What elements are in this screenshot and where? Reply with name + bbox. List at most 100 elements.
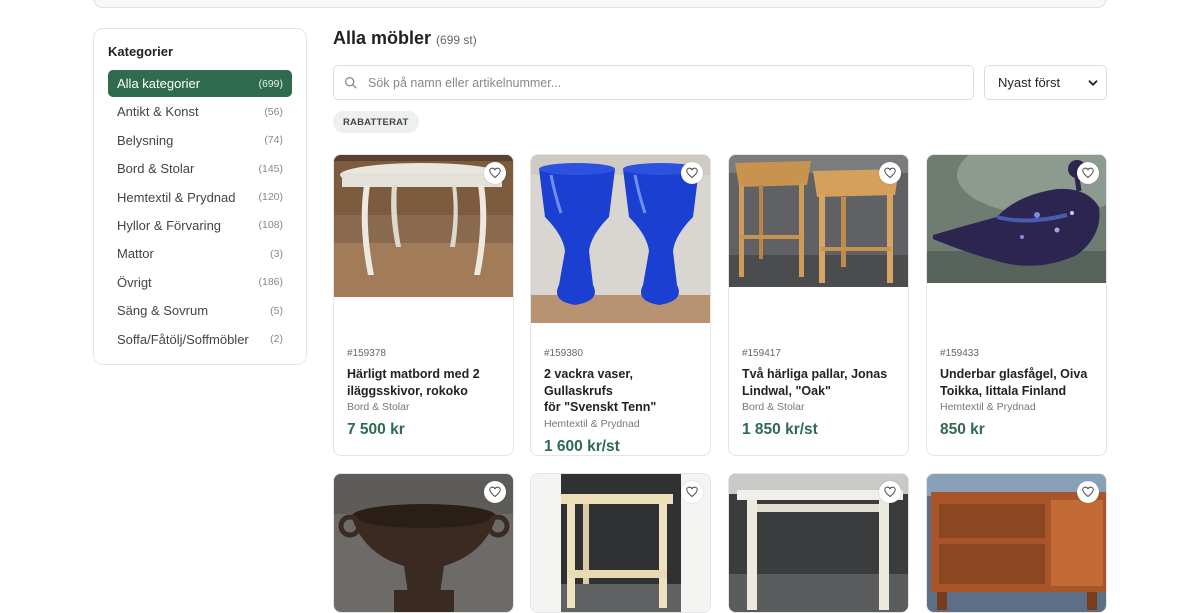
sidebar-item-label: Antikt & Konst bbox=[117, 104, 199, 120]
favorite-button[interactable] bbox=[1077, 481, 1099, 503]
product-image[interactable] bbox=[531, 155, 710, 323]
search-input[interactable] bbox=[368, 75, 928, 90]
sidebar-item-count: (145) bbox=[258, 162, 283, 175]
sidebar-item-mattor[interactable]: Mattor (3) bbox=[108, 240, 292, 267]
product-image[interactable] bbox=[531, 474, 710, 612]
sort-select[interactable]: Nyast först bbox=[984, 65, 1107, 100]
product-card[interactable]: #159417 Två härliga pallar, Jonas Lindwa… bbox=[728, 154, 909, 456]
sidebar-heading: Kategorier bbox=[108, 44, 174, 59]
sidebar-item-count: (74) bbox=[264, 134, 283, 147]
sidebar-item-ovrigt[interactable]: Övrigt (186) bbox=[108, 269, 292, 296]
product-name-line: Två härliga pallar, Jonas bbox=[742, 367, 888, 381]
chevron-down-icon bbox=[1088, 79, 1098, 86]
heart-icon bbox=[884, 486, 896, 498]
page-title: Alla möbler bbox=[333, 28, 432, 48]
sidebar-item-label: Övrigt bbox=[117, 274, 152, 290]
sidebar-item-hyllor-forvaring[interactable]: Hyllor & Förvaring (108) bbox=[108, 212, 292, 239]
sidebar-item-soffa[interactable]: Soffa/Fåtölj/Soffmöbler (2) bbox=[108, 326, 292, 353]
article-number: #159378 bbox=[347, 348, 386, 359]
product-name-line: Lindwal, "Oak" bbox=[742, 383, 831, 398]
sidebar-item-count: (699) bbox=[258, 77, 283, 90]
product-name-line: 2 vackra vaser, Gullaskrufs bbox=[544, 367, 633, 398]
article-number: #159433 bbox=[940, 348, 979, 359]
product-image[interactable] bbox=[927, 155, 1106, 283]
sidebar-item-label: Hemtextil & Prydnad bbox=[117, 189, 236, 205]
favorite-button[interactable] bbox=[1077, 162, 1099, 184]
product-name[interactable]: 2 vackra vaser, Gullaskrufs för "Svenskt… bbox=[544, 366, 697, 416]
sidebar-item-label: Säng & Sovrum bbox=[117, 303, 209, 319]
main-content: Alla möbler (699 st) Nyast först RABATTE… bbox=[333, 28, 1107, 613]
product-image[interactable] bbox=[729, 474, 908, 612]
product-image[interactable] bbox=[334, 474, 513, 612]
product-name-line: iläggsskivor, rokoko bbox=[347, 383, 468, 398]
sidebar-item-sang-sovrum[interactable]: Säng & Sovrum (5) bbox=[108, 297, 292, 324]
product-name[interactable]: Två härliga pallar, Jonas Lindwal, "Oak" bbox=[742, 366, 895, 399]
sidebar-item-label: Alla kategorier bbox=[117, 76, 201, 91]
favorite-button[interactable] bbox=[681, 162, 703, 184]
product-price: 850 kr bbox=[940, 421, 985, 438]
product-price: 1 850 kr/st bbox=[742, 421, 818, 438]
sidebar-item-count: (108) bbox=[258, 219, 283, 232]
favorite-button[interactable] bbox=[879, 162, 901, 184]
product-name-line: för "Svenskt Tenn" bbox=[544, 400, 657, 414]
heart-icon bbox=[884, 167, 896, 179]
heart-icon bbox=[686, 486, 698, 498]
sidebar-item-count: (5) bbox=[270, 304, 283, 317]
sidebar-item-label: Bord & Stolar bbox=[117, 161, 195, 177]
favorite-button[interactable] bbox=[681, 481, 703, 503]
sidebar-item-label: Hyllor & Förvaring bbox=[117, 217, 222, 233]
product-image[interactable] bbox=[927, 474, 1106, 612]
favorite-button[interactable] bbox=[879, 481, 901, 503]
sidebar-item-count: (56) bbox=[264, 105, 283, 118]
product-category: Hemtextil & Prydnad bbox=[940, 401, 1036, 413]
sidebar-item-antikt-konst[interactable]: Antikt & Konst (56) bbox=[108, 98, 292, 125]
product-image[interactable] bbox=[334, 155, 513, 297]
product-card[interactable]: #159378 Härligt matbord med 2 iläggsskiv… bbox=[333, 154, 514, 456]
page-header: Alla möbler (699 st) bbox=[333, 28, 1107, 52]
product-image[interactable] bbox=[729, 155, 908, 287]
product-card[interactable]: #159433 Underbar glasfågel, Oiva Toikka,… bbox=[926, 154, 1107, 456]
product-card[interactable] bbox=[530, 473, 711, 613]
sidebar-item-count: (2) bbox=[270, 333, 283, 346]
sidebar-item-label: Mattor bbox=[117, 246, 154, 262]
top-bar bbox=[93, 0, 1107, 8]
product-category: Bord & Stolar bbox=[742, 401, 805, 413]
product-price: 1 600 kr/st bbox=[544, 437, 620, 455]
product-name-line: Underbar glasfågel, Oiva bbox=[940, 367, 1088, 381]
discount-filter-chip[interactable]: RABATTERAT bbox=[333, 111, 419, 133]
product-name[interactable]: Underbar glasfågel, Oiva Toikka, Iittala… bbox=[940, 366, 1093, 399]
search-icon bbox=[344, 76, 357, 89]
product-name-line: Härligt matbord med 2 bbox=[347, 367, 480, 381]
product-card[interactable]: #159380 2 vackra vaser, Gullaskrufs för … bbox=[530, 154, 711, 456]
article-number: #159380 bbox=[544, 348, 583, 359]
search-row: Nyast först bbox=[333, 65, 1107, 101]
product-card[interactable] bbox=[728, 473, 909, 613]
heart-icon bbox=[686, 167, 698, 179]
sidebar-item-count: (120) bbox=[258, 191, 283, 204]
product-name[interactable]: Härligt matbord med 2 iläggsskivor, roko… bbox=[347, 366, 500, 399]
sidebar-item-label: Belysning bbox=[117, 132, 174, 148]
product-category: Bord & Stolar bbox=[347, 401, 410, 413]
search-box[interactable] bbox=[333, 65, 974, 100]
favorite-button[interactable] bbox=[484, 162, 506, 184]
product-card[interactable] bbox=[926, 473, 1107, 613]
article-number: #159417 bbox=[742, 348, 781, 359]
sidebar-item-hemtextil-prydnad[interactable]: Hemtextil & Prydnad (120) bbox=[108, 184, 292, 211]
product-card[interactable] bbox=[333, 473, 514, 613]
sidebar-item-count: (186) bbox=[258, 276, 283, 289]
sidebar-item-bord-stolar[interactable]: Bord & Stolar (145) bbox=[108, 155, 292, 182]
sidebar-item-count: (3) bbox=[270, 247, 283, 260]
sidebar-item-belysning[interactable]: Belysning (74) bbox=[108, 127, 292, 154]
product-category: Hemtextil & Prydnad bbox=[544, 417, 640, 430]
sidebar-item-alla-kategorier[interactable]: Alla kategorier (699) bbox=[108, 70, 292, 97]
heart-icon bbox=[489, 167, 501, 179]
category-sidebar: Kategorier Alla kategorier (699) Antikt … bbox=[93, 28, 307, 365]
item-count: (699 st) bbox=[436, 33, 477, 47]
sidebar-item-label: Soffa/Fåtölj/Soffmöbler bbox=[117, 331, 249, 347]
product-price: 7 500 kr bbox=[347, 421, 405, 438]
heart-icon bbox=[1082, 486, 1094, 498]
heart-icon bbox=[489, 486, 501, 498]
sort-select-value: Nyast först bbox=[998, 75, 1061, 90]
product-name-line: Toikka, Iittala Finland bbox=[940, 383, 1067, 398]
favorite-button[interactable] bbox=[484, 481, 506, 503]
